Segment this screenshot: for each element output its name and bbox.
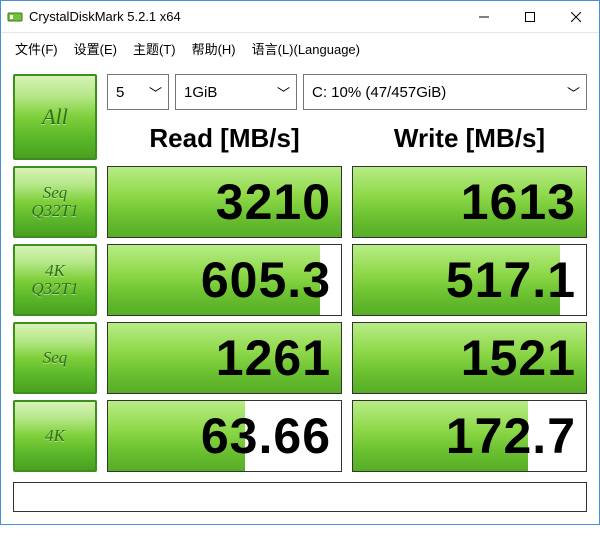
run-4k-button[interactable]: 4K (13, 400, 97, 472)
seq-q32t1-write-cell: 1613 (352, 166, 587, 238)
close-button[interactable] (553, 1, 599, 32)
4k-read-cell: 63.66 (107, 400, 342, 472)
menu-bar: 文件(F) 设置(E) 主题(T) 帮助(H) 语言(L)(Language) (1, 33, 599, 64)
menu-help[interactable]: 帮助(H) (186, 37, 242, 60)
4k-write-cell: 172.7 (352, 400, 587, 472)
maximize-button[interactable] (507, 1, 553, 32)
top-controls: 5 ﹀ 1GiB ﹀ C: 10% (47/457GiB) ﹀ (107, 74, 587, 110)
4k-write-value: 172.7 (446, 407, 576, 465)
menu-language[interactable]: 语言(L)(Language) (246, 37, 366, 60)
menu-file[interactable]: 文件(F) (9, 37, 64, 60)
row-label: Seq (43, 184, 68, 202)
window-controls (461, 1, 599, 32)
run-4k-q32t1-button[interactable]: 4K Q32T1 (13, 244, 97, 316)
4k-read-value: 63.66 (201, 407, 331, 465)
chevron-down-icon: ﹀ (272, 83, 290, 102)
run-seq-button[interactable]: Seq (13, 322, 97, 394)
seq-read-value: 1261 (216, 329, 331, 387)
4k-q32t1-read-value: 605.3 (201, 251, 331, 309)
4k-q32t1-write-value: 517.1 (446, 251, 576, 309)
row-label: 4K (45, 427, 65, 445)
seq-q32t1-write-value: 1613 (461, 173, 576, 231)
4k-q32t1-read-cell: 605.3 (107, 244, 342, 316)
read-header: Read [MB/s] (107, 116, 342, 160)
seq-read-cell: 1261 (107, 322, 342, 394)
row-label: Q32T1 (31, 202, 78, 220)
menu-settings[interactable]: 设置(E) (68, 37, 123, 60)
app-icon (7, 9, 23, 25)
runs-select[interactable]: 5 ﹀ (107, 74, 169, 110)
drive-value: C: 10% (47/457GiB) (312, 84, 562, 101)
drive-select[interactable]: C: 10% (47/457GiB) ﹀ (303, 74, 587, 110)
row-label: Q32T1 (31, 280, 78, 298)
test-size-select[interactable]: 1GiB ﹀ (175, 74, 297, 110)
row-label: Seq (43, 349, 68, 367)
menu-theme[interactable]: 主题(T) (127, 37, 182, 60)
run-all-label: All (42, 105, 68, 128)
chevron-down-icon: ﹀ (144, 83, 162, 102)
run-seq-q32t1-button[interactable]: Seq Q32T1 (13, 166, 97, 238)
benchmark-grid: All 5 ﹀ 1GiB ﹀ C: 10% (47/457GiB) ﹀ Read… (13, 74, 587, 472)
app-window: CrystalDiskMark 5.2.1 x64 文件(F) 设置(E) 主题… (0, 0, 600, 525)
title-bar: CrystalDiskMark 5.2.1 x64 (1, 1, 599, 33)
write-header: Write [MB/s] (352, 116, 587, 160)
runs-value: 5 (116, 84, 144, 101)
run-all-button[interactable]: All (13, 74, 97, 160)
seq-q32t1-read-cell: 3210 (107, 166, 342, 238)
4k-q32t1-write-cell: 517.1 (352, 244, 587, 316)
minimize-button[interactable] (461, 1, 507, 32)
seq-write-value: 1521 (461, 329, 576, 387)
window-title: CrystalDiskMark 5.2.1 x64 (29, 9, 461, 24)
seq-q32t1-read-value: 3210 (216, 173, 331, 231)
row-label: 4K (45, 262, 65, 280)
client-area: All 5 ﹀ 1GiB ﹀ C: 10% (47/457GiB) ﹀ Read… (1, 64, 599, 524)
status-bar (13, 482, 587, 512)
chevron-down-icon: ﹀ (562, 83, 580, 102)
seq-write-cell: 1521 (352, 322, 587, 394)
test-size-value: 1GiB (184, 84, 272, 101)
